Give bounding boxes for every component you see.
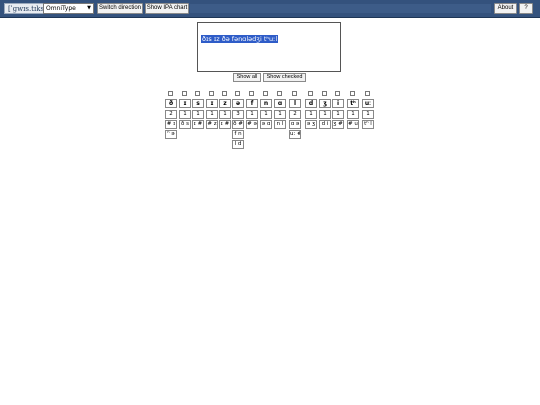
phoneme-count: 1 bbox=[332, 110, 344, 119]
input-method-select[interactable]: OmniType ▼ bbox=[43, 3, 94, 14]
phoneme-count: 3 bbox=[232, 110, 244, 119]
phoneme-checkbox[interactable] bbox=[209, 91, 214, 96]
phoneme-context[interactable]: ð s bbox=[179, 120, 191, 129]
phoneme-context[interactable]: d i bbox=[319, 120, 331, 129]
phoneme-context[interactable]: # z bbox=[206, 120, 218, 129]
phoneme-count: 1 bbox=[319, 110, 331, 119]
phoneme-context[interactable]: uː # bbox=[289, 130, 301, 139]
phoneme-symbol[interactable]: l bbox=[289, 99, 301, 108]
phoneme-symbol[interactable]: d bbox=[305, 99, 317, 108]
input-method-value: OmniType bbox=[46, 5, 76, 12]
transcription-textarea[interactable]: ðɪs ɪz ðə fənɑlədʒi tʰuːl bbox=[197, 22, 341, 72]
phoneme-symbol[interactable]: ɪ bbox=[206, 99, 218, 108]
phoneme-count: 1 bbox=[219, 110, 231, 119]
phoneme-checkbox[interactable] bbox=[182, 91, 187, 96]
chevron-down-icon: ▼ bbox=[87, 5, 91, 11]
phoneme-checkbox[interactable] bbox=[195, 91, 200, 96]
phoneme-count: 1 bbox=[206, 110, 218, 119]
phoneme-checkbox[interactable] bbox=[263, 91, 268, 96]
phoneme-context[interactable]: tʰ l bbox=[362, 120, 374, 129]
phoneme-context[interactable]: ʒ # bbox=[332, 120, 344, 129]
phoneme-checkbox[interactable] bbox=[365, 91, 370, 96]
phoneme-count: 2 bbox=[165, 110, 177, 119]
phoneme-symbol[interactable]: ɪ bbox=[179, 99, 191, 108]
phoneme-context[interactable]: # ə bbox=[246, 120, 258, 129]
phoneme-context[interactable]: ɑ ə bbox=[289, 120, 301, 129]
toolbar-background bbox=[190, 4, 491, 13]
phoneme-symbol[interactable]: tʰ bbox=[347, 99, 359, 108]
phoneme-checkbox[interactable] bbox=[168, 91, 173, 96]
phoneme-symbol[interactable]: i bbox=[332, 99, 344, 108]
phoneme-symbol[interactable]: ʒ bbox=[319, 99, 331, 108]
phoneme-context[interactable]: f n bbox=[232, 130, 244, 139]
phoneme-context[interactable]: # uː bbox=[347, 120, 359, 129]
phoneme-context[interactable]: ʰ ə bbox=[165, 130, 177, 139]
phoneme-context[interactable]: l d bbox=[232, 140, 244, 149]
show-checked-button[interactable]: Show checked bbox=[263, 73, 306, 82]
selected-text: ðɪs ɪz ðə fənɑlədʒi tʰuːl bbox=[201, 35, 279, 43]
phoneme-count: 1 bbox=[274, 110, 286, 119]
phoneme-checkbox[interactable] bbox=[277, 91, 282, 96]
phoneme-symbol[interactable]: uː bbox=[362, 99, 374, 108]
phoneme-checkbox[interactable] bbox=[308, 91, 313, 96]
phoneme-context[interactable]: n l bbox=[274, 120, 286, 129]
phoneme-checkbox[interactable] bbox=[322, 91, 327, 96]
phoneme-symbol[interactable]: ə bbox=[232, 99, 244, 108]
phoneme-symbol[interactable]: s bbox=[192, 99, 204, 108]
top-toolbar: [ˈɡwɪs.tɪks] OmniType ▼ Switch direction… bbox=[0, 0, 540, 18]
phoneme-count: 1 bbox=[347, 110, 359, 119]
phoneme-count: 1 bbox=[260, 110, 272, 119]
phoneme-count: 1 bbox=[246, 110, 258, 119]
phoneme-symbol[interactable]: z bbox=[219, 99, 231, 108]
phoneme-symbol[interactable]: ɑ bbox=[274, 99, 286, 108]
phoneme-context[interactable]: ə ʒ bbox=[305, 120, 317, 129]
phoneme-symbol[interactable]: f bbox=[246, 99, 258, 108]
about-button[interactable]: About bbox=[494, 3, 517, 14]
phoneme-symbol[interactable]: n bbox=[260, 99, 272, 108]
phoneme-count: 1 bbox=[362, 110, 374, 119]
phoneme-symbol[interactable]: ð bbox=[165, 99, 177, 108]
switch-direction-button[interactable]: Switch direction bbox=[97, 3, 143, 14]
phoneme-checkbox[interactable] bbox=[292, 91, 297, 96]
phoneme-checkbox[interactable] bbox=[350, 91, 355, 96]
phoneme-checkbox[interactable] bbox=[249, 91, 254, 96]
phoneme-count: 2 bbox=[289, 110, 301, 119]
phoneme-checkbox[interactable] bbox=[235, 91, 240, 96]
phoneme-count: 1 bbox=[305, 110, 317, 119]
phoneme-context[interactable]: ə ɑ bbox=[260, 120, 272, 129]
help-button[interactable]: ? bbox=[519, 3, 533, 14]
phoneme-checkbox[interactable] bbox=[222, 91, 227, 96]
phoneme-count: 1 bbox=[192, 110, 204, 119]
show-ipa-chart-button[interactable]: Show IPA chart bbox=[145, 3, 189, 14]
phoneme-context[interactable]: ɪ # bbox=[192, 120, 204, 129]
show-all-button[interactable]: Show all bbox=[233, 73, 261, 82]
phoneme-context[interactable]: # ɪ bbox=[165, 120, 177, 129]
phoneme-context[interactable]: ð # bbox=[232, 120, 244, 129]
phoneme-checkbox[interactable] bbox=[335, 91, 340, 96]
phoneme-count: 1 bbox=[179, 110, 191, 119]
phoneme-context[interactable]: ɪ # bbox=[219, 120, 231, 129]
